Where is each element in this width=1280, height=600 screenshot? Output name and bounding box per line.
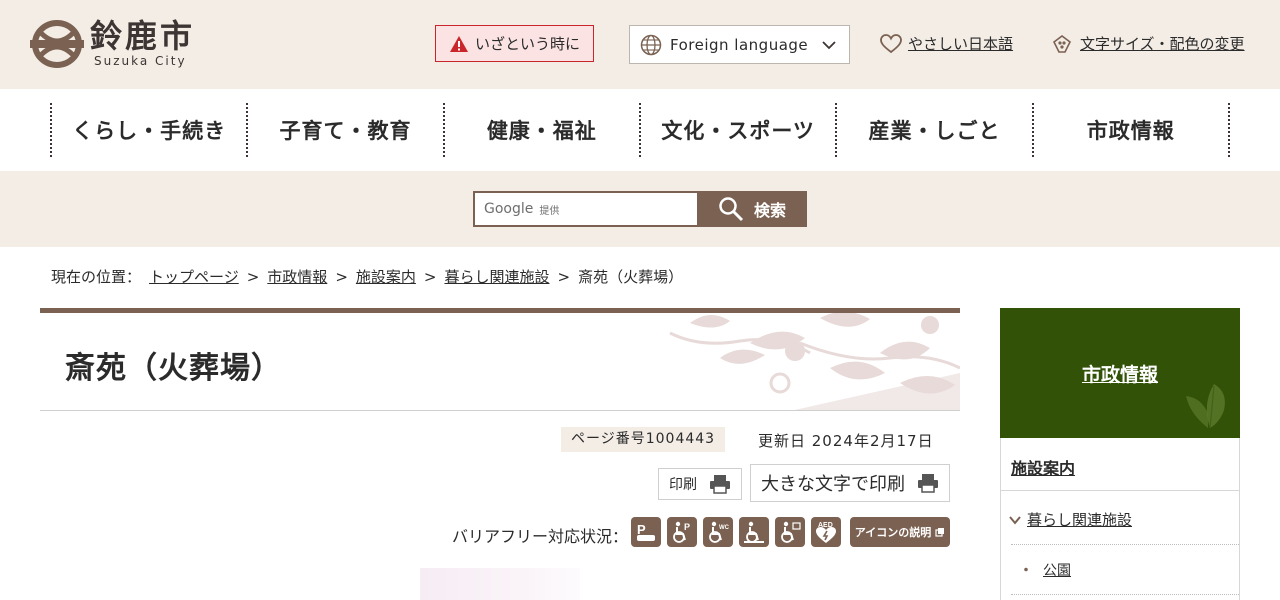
bullet-icon: ・ [1019,563,1033,579]
nav-item-culture[interactable]: 文化・スポーツ [641,103,838,157]
breadcrumb-separator: > [423,267,437,286]
easy-japanese-label: やさしい日本語 [908,35,1014,53]
wheelchair-rental-icon [775,517,805,547]
search-provider: Google [484,201,534,217]
language-label: Foreign language [670,35,809,54]
breadcrumb-separator: > [557,267,571,286]
site-header: 鈴鹿市 Suzuka City いざという時に Foreign language… [0,0,1280,89]
sidebar-item-label: 暮らし関連施設 [1027,511,1133,529]
page-title: 斎苑（火葬場） [65,351,282,386]
print-large-label: 大きな文字で印刷 [761,474,905,495]
text-size-color-link[interactable]: 文字サイズ・配色の変更 [1050,33,1245,54]
chevron-down-icon [822,40,836,49]
divider [1011,544,1239,545]
site-logo-name: 鈴鹿市 [90,17,196,55]
leaf-icon [1186,384,1225,429]
updated-date: 更新日 2024年2月17日 [758,432,934,450]
search-button-label: 検索 [753,201,786,220]
sidebar-menu: 施設案内 暮らし関連施設 ・ 公園 [1000,438,1240,600]
easy-japanese-link[interactable]: やさしい日本語 [880,33,1013,54]
external-window-icon [935,528,945,537]
breadcrumb-link-living-facilities[interactable]: 暮らし関連施設 [444,266,549,287]
icon-explanation-label: アイコンの説明 [854,526,932,539]
svg-text:WC: WC [719,525,730,531]
nav-item-living[interactable]: くらし・手続き [52,103,249,157]
text-size-color-label: 文字サイズ・配色の変更 [1080,35,1245,53]
page-number: ページ番号1004443 [561,427,726,452]
sidebar-item-label: 公園 [1043,563,1071,579]
barrier-free-icons: P P WC AED [631,517,841,547]
breadcrumb-current: 斎苑（火葬場） [578,268,684,286]
breadcrumb-separator: > [335,267,348,286]
accessible-toilet-icon: WC [703,517,733,547]
search-input[interactable]: Google 提供 [473,191,699,227]
printer-icon [918,474,938,493]
nav-item-industry[interactable]: 産業・しごと [837,103,1034,157]
breadcrumb-prefix: 現在の位置： [51,268,142,286]
sidebar-heading-link[interactable]: 市政情報 [1082,360,1158,387]
breadcrumb-link-top[interactable]: トップページ [149,266,239,287]
nav-item-health[interactable]: 健康・福祉 [445,103,641,157]
breadcrumb-link-city-info[interactable]: 市政情報 [267,266,327,287]
search-provider-note: 提供 [539,205,560,217]
accessible-parking-icon: P [667,517,697,547]
sidebar-heading: 市政情報 [1000,308,1240,438]
search-button[interactable]: 検索 [697,191,807,227]
nav-item-childcare[interactable]: 子育て・教育 [248,103,445,157]
emergency-label: いざという時に [474,35,580,53]
print-large-text-button[interactable]: 大きな文字で印刷 [750,464,950,502]
sidebar-item-parks[interactable]: ・ 公園 [1019,560,1071,580]
emergency-button[interactable]: いざという時に [435,25,594,62]
printer-icon [710,475,730,494]
sidebar-item-facilities[interactable]: 施設案内 [1011,455,1075,479]
svg-text:P: P [637,522,646,537]
suzuka-emblem-icon [30,20,84,68]
svg-text:P: P [684,522,690,532]
nav-item-city-info[interactable]: 市政情報 [1034,103,1230,157]
search-icon [719,197,744,222]
warning-icon [449,35,468,52]
breadcrumb-separator: > [246,267,260,286]
facility-photo [420,568,580,600]
chevron-down-icon [1009,515,1021,525]
floral-pattern-decoration [669,313,960,410]
global-nav: くらし・手続き 子育て・教育 健康・福祉 文化・スポーツ 産業・しごと 市政情報 [50,103,1230,157]
aed-icon: AED [811,517,841,547]
breadcrumb-link-facilities[interactable]: 施設案内 [356,266,416,287]
page-title-band: 斎苑（火葬場） [40,308,960,411]
site-logo[interactable]: 鈴鹿市 Suzuka City [30,17,200,70]
globe-icon [640,34,662,55]
print-button[interactable]: 印刷 [658,468,742,500]
search-band: Google 提供 検索 [0,171,1280,247]
accessible-entrance-icon [739,517,769,547]
breadcrumb: 現在の位置： トップページ > 市政情報 > 施設案内 > 暮らし関連施設 > … [51,266,683,287]
heart-icon [880,33,902,53]
barrier-free-label: バリアフリー対応状況： [452,527,629,546]
palette-icon [1052,34,1072,53]
icon-explanation-button[interactable]: アイコンの説明 [850,517,950,547]
print-button-label: 印刷 [669,477,697,493]
language-select[interactable]: Foreign language [629,25,850,64]
divider [1001,490,1239,491]
parking-icon: P [631,517,661,547]
divider [1011,594,1239,595]
sidebar-item-living-facilities[interactable]: 暮らし関連施設 [1009,509,1132,530]
site-logo-sub: Suzuka City [94,54,187,68]
